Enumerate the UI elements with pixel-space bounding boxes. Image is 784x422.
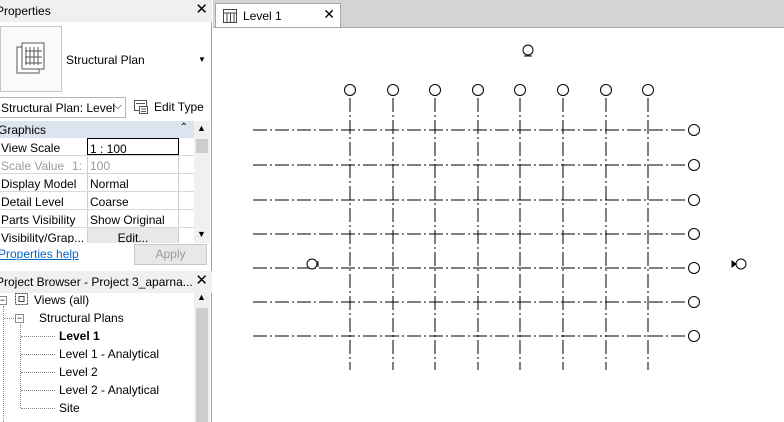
tree-item-level-1[interactable]: Level 1	[59, 329, 100, 343]
property-value: 1 : 100	[90, 142, 127, 156]
properties-grid: Graphics ⌃ View Scale 1 : 100 Scale Valu…	[0, 121, 194, 243]
property-row-parts-visibility: Parts Visibility Show Original	[0, 210, 194, 228]
grid-bubble[interactable]	[344, 84, 356, 96]
grid-bubble[interactable]	[642, 84, 654, 96]
type-selector[interactable]: Structural Plan ▼	[0, 26, 212, 94]
tab-level-1[interactable]: Level 1 ✕	[215, 3, 341, 27]
project-browser-tree: − Views (all) − Structural Plans Level 1…	[0, 290, 194, 422]
property-value: 100	[90, 159, 111, 173]
chevron-down-icon: ⌵	[113, 100, 122, 112]
grid-bubble[interactable]	[557, 84, 569, 96]
grid-bubble[interactable]	[514, 84, 526, 96]
scroll-up-icon[interactable]: ▲	[197, 123, 206, 133]
tree-structural-plans[interactable]: Structural Plans	[39, 311, 124, 325]
property-name: Visibility/Grap...	[1, 231, 85, 243]
property-value: Normal	[90, 177, 129, 191]
project-browser-close-icon[interactable]: ✕	[195, 273, 208, 289]
elevation-marker-east[interactable]	[735, 258, 747, 270]
property-row-visibility-graphics: Visibility/Grap... Edit...	[0, 228, 194, 243]
elevation-marker-west[interactable]	[306, 258, 318, 270]
grid-bubble[interactable]	[472, 84, 484, 96]
tree-guide	[3, 306, 4, 422]
tree-item-level-1-analytical[interactable]: Level 1 - Analytical	[59, 347, 159, 361]
edit-type-label: Edit Type	[154, 100, 204, 114]
project-browser-title: Project Browser - Project 3_aparna...	[0, 275, 193, 289]
elevation-marker-north[interactable]	[522, 44, 534, 56]
tree-guide	[21, 354, 55, 355]
properties-help-link[interactable]: Properties help	[0, 247, 79, 261]
grid-bubble[interactable]	[688, 262, 700, 274]
property-value: Edit...	[117, 231, 149, 243]
grid-bubble[interactable]	[600, 84, 612, 96]
property-name: Display Model	[1, 177, 77, 191]
collapse-structural-plans-icon[interactable]: −	[15, 314, 24, 323]
grid-bubble[interactable]	[688, 228, 700, 240]
tab-close-icon[interactable]: ✕	[323, 7, 335, 22]
grid-bubble[interactable]	[688, 159, 700, 171]
grid-bubble[interactable]	[688, 330, 700, 342]
tree-guide	[21, 408, 55, 409]
structural-grid[interactable]	[213, 28, 784, 422]
graphics-group-header[interactable]: Graphics ⌃	[0, 121, 194, 138]
tree-item-site[interactable]: Site	[59, 401, 80, 415]
properties-title: Properties	[0, 4, 51, 18]
view-instance-select[interactable]: Structural Plan: Level ⌵	[0, 97, 126, 118]
apply-button[interactable]: Apply	[134, 244, 207, 265]
property-name: Parts Visibility	[1, 213, 76, 227]
grid-bubble[interactable]	[688, 124, 700, 136]
scroll-thumb[interactable]	[196, 308, 208, 422]
property-prefix: 1:	[72, 159, 83, 173]
property-value: Coarse	[90, 195, 129, 209]
property-row-display-model: Display Model Normal	[0, 174, 194, 192]
tree-guide	[21, 372, 55, 373]
property-name: Detail Level	[1, 195, 64, 209]
grid-bubble[interactable]	[429, 84, 441, 96]
property-row-scale-value: Scale Value 1: 100	[0, 156, 194, 174]
view-scale-input[interactable]: 1 : 100	[87, 138, 179, 156]
properties-panel-header: Properties ✕	[0, 0, 212, 22]
tree-guide	[21, 390, 55, 391]
detail-level-field[interactable]: Coarse	[87, 192, 179, 209]
edit-type-icon	[134, 100, 148, 114]
edit-type-button[interactable]: Edit Type	[131, 97, 211, 118]
elevation-marker-arrow[interactable]	[731, 260, 737, 268]
properties-scrollbar[interactable]: ▲ ▼	[194, 121, 210, 243]
parts-visibility-field[interactable]: Show Original	[87, 210, 179, 227]
scroll-thumb[interactable]	[196, 139, 208, 153]
grid-bubble[interactable]	[688, 194, 700, 206]
property-name: Scale Value	[1, 159, 65, 173]
view-tab-bar: Level 1 ✕	[213, 0, 784, 27]
scroll-down-icon[interactable]: ▼	[197, 229, 206, 239]
property-row-detail-level: Detail Level Coarse	[0, 192, 194, 210]
project-browser-scrollbar[interactable]: ▲	[194, 290, 210, 422]
property-value: Show Original	[90, 213, 165, 227]
collapse-views-icon[interactable]: −	[0, 296, 7, 305]
view-instance-value: Structural Plan: Level	[1, 101, 116, 115]
scale-value-field: 100	[87, 156, 179, 173]
structural-plan-icon	[0, 26, 62, 92]
display-model-field[interactable]: Normal	[87, 174, 179, 191]
tree-views-root[interactable]: Views (all)	[34, 293, 89, 307]
left-dock: Properties ✕ Structural Plan ▼ Structura…	[0, 0, 212, 422]
tree-item-level-2[interactable]: Level 2	[59, 365, 98, 379]
collapse-icon[interactable]: ⌃	[180, 122, 188, 133]
property-row-view-scale: View Scale 1 : 100	[0, 138, 194, 156]
grid-bubble[interactable]	[688, 296, 700, 308]
type-dropdown-icon[interactable]: ▼	[198, 55, 206, 64]
scroll-up-icon[interactable]: ▲	[197, 292, 206, 302]
type-name: Structural Plan	[66, 53, 145, 67]
tree-guide	[21, 336, 55, 337]
views-icon	[15, 293, 28, 305]
plan-view-icon	[223, 9, 237, 23]
group-label: Graphics	[0, 123, 47, 137]
property-name: View Scale	[1, 141, 61, 155]
drawing-canvas[interactable]	[213, 27, 784, 422]
tab-label: Level 1	[243, 9, 282, 23]
properties-close-icon[interactable]: ✕	[195, 2, 208, 18]
visibility-graphics-edit-button[interactable]: Edit...	[87, 228, 179, 243]
grid-bubble[interactable]	[387, 84, 399, 96]
tree-item-level-2-analytical[interactable]: Level 2 - Analytical	[59, 383, 159, 397]
